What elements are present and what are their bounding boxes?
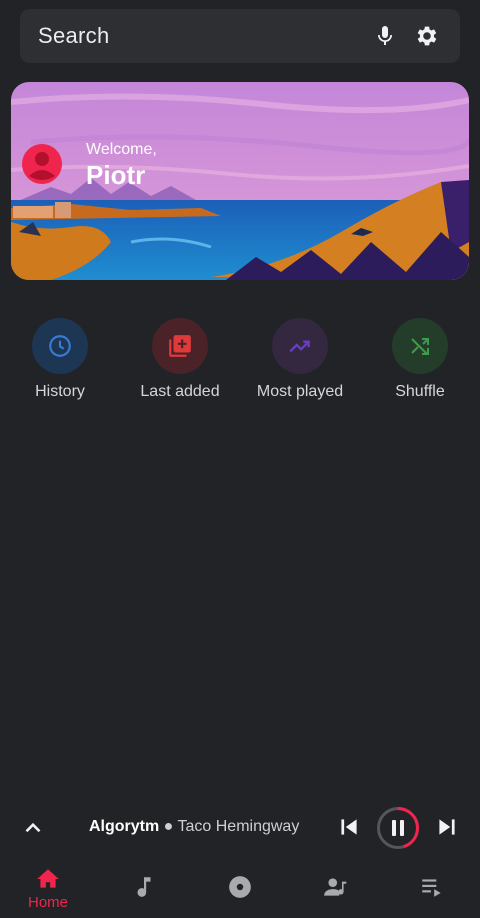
last-added-label: Last added xyxy=(140,383,220,400)
nav-songs[interactable] xyxy=(96,874,192,900)
shuffle-icon[interactable] xyxy=(392,318,448,374)
chevron-up-icon[interactable] xyxy=(20,815,46,841)
pause-icon xyxy=(392,820,396,836)
shuffle-button[interactable]: Shuffle xyxy=(360,318,480,401)
history-button[interactable]: History xyxy=(0,318,120,401)
album-disc-icon xyxy=(229,876,251,898)
skip-next-icon[interactable] xyxy=(434,814,460,840)
track-title: Algorytm xyxy=(89,818,160,835)
artist-icon xyxy=(324,878,347,896)
history-label: History xyxy=(35,383,85,400)
search-placeholder[interactable]: Search xyxy=(38,23,364,49)
nav-albums[interactable] xyxy=(192,874,288,900)
last-added-button[interactable]: Last added xyxy=(120,318,240,401)
clock-icon[interactable] xyxy=(32,318,88,374)
search-bar[interactable]: Search xyxy=(20,9,460,63)
most-played-label: Most played xyxy=(256,383,344,400)
mini-player[interactable]: Algorytm ● Taco Hemingway xyxy=(0,800,480,856)
skip-previous-icon[interactable] xyxy=(336,814,362,840)
now-playing-text[interactable]: Algorytm ● Taco Hemingway xyxy=(89,818,299,836)
bottom-navigation: Home xyxy=(0,858,480,918)
nav-home-label: Home xyxy=(27,894,68,911)
shuffle-label: Shuffle xyxy=(395,383,445,400)
home-icon xyxy=(37,869,59,888)
gear-icon[interactable] xyxy=(406,15,448,57)
most-played-button[interactable]: Most played xyxy=(240,318,360,401)
pause-button[interactable] xyxy=(376,806,420,850)
welcome-text: Welcome, xyxy=(86,141,157,158)
microphone-icon[interactable] xyxy=(364,15,406,57)
track-artist: Taco Hemingway xyxy=(177,818,300,835)
trending-up-icon[interactable] xyxy=(272,318,328,374)
music-note-icon xyxy=(137,877,151,897)
beach-landscape-illustration xyxy=(11,82,469,280)
nav-playlists[interactable] xyxy=(384,874,480,900)
nav-artists[interactable] xyxy=(288,874,384,900)
nav-home[interactable]: Home xyxy=(0,866,96,911)
user-avatar-icon[interactable] xyxy=(22,144,62,184)
user-name: Piotr xyxy=(86,160,146,190)
playlist-icon xyxy=(422,879,441,897)
track-separator: ● xyxy=(159,818,178,835)
library-add-icon[interactable] xyxy=(152,318,208,374)
welcome-banner xyxy=(11,82,469,280)
